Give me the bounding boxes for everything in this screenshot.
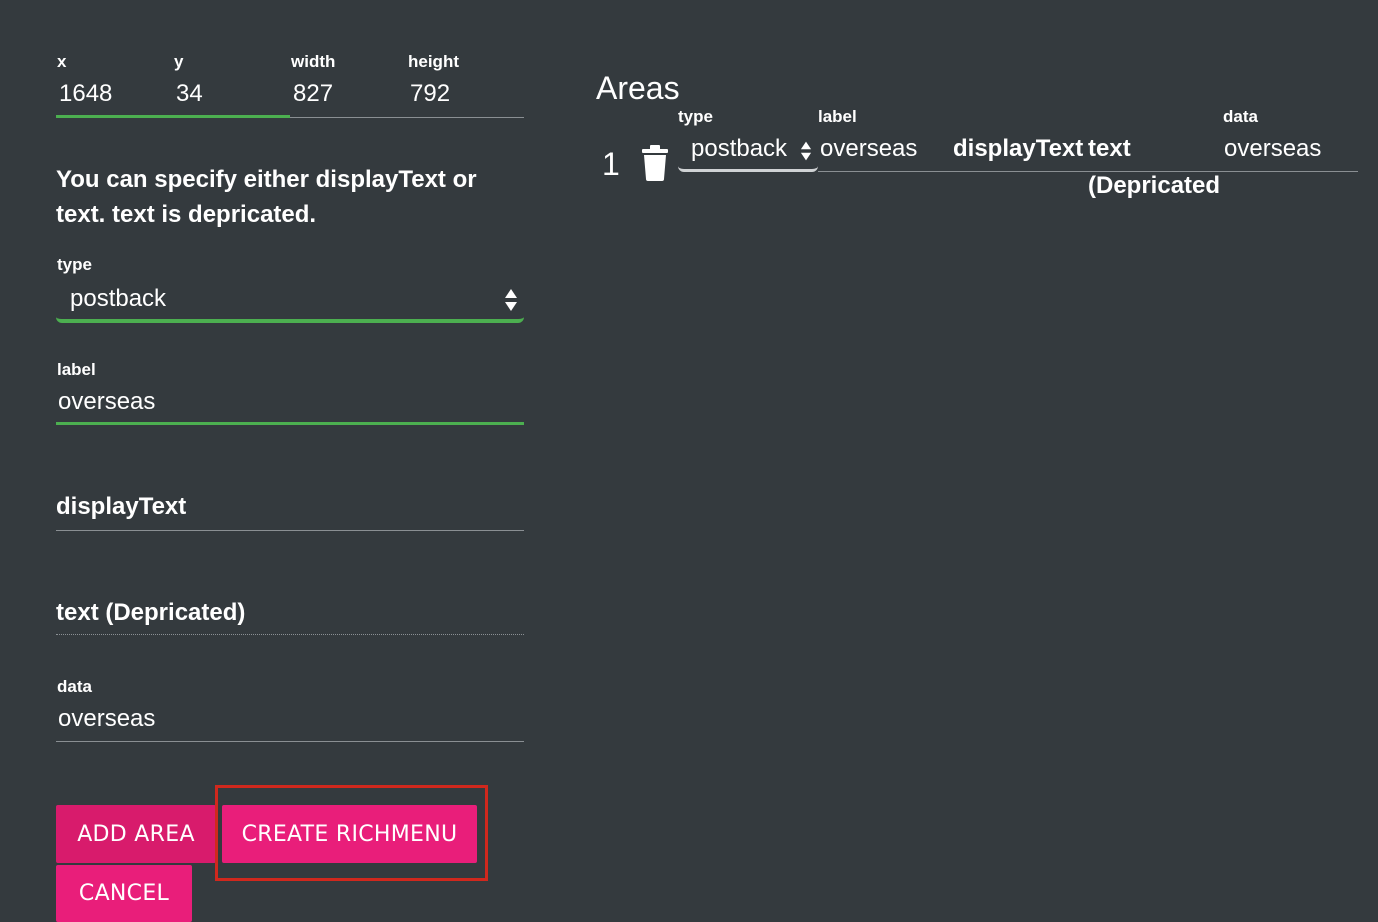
display-text-notice: You can specify either displayText or te… — [56, 166, 477, 228]
data-input[interactable]: overseas — [58, 705, 155, 733]
richmenu-editor: x 1648 y 34 width 827 height 792 You can… — [0, 0, 1378, 922]
width-underline — [290, 117, 407, 118]
type-select-value: postback — [70, 285, 167, 312]
label-input[interactable]: overseas — [58, 388, 155, 416]
y-field[interactable]: y 34 — [173, 52, 290, 118]
text-input: text (Depricated) — [56, 599, 246, 626]
cancel-button[interactable]: CANCEL — [56, 865, 192, 922]
column-data-label: data — [1223, 107, 1258, 126]
coordinate-fields: x 1648 y 34 width 827 height 792 — [56, 52, 524, 118]
row-data-input[interactable]: overseas — [1224, 135, 1321, 163]
height-underline — [407, 117, 524, 118]
row-text-header: text — [1088, 135, 1131, 162]
row-display-text-header: displayText — [953, 135, 1084, 162]
column-label-label: label — [818, 107, 857, 126]
areas-title: Areas — [596, 70, 680, 106]
x-label: x — [57, 52, 67, 71]
height-field[interactable]: height 792 — [407, 52, 524, 118]
select-arrows-icon — [800, 140, 812, 162]
data-underline — [56, 741, 524, 742]
areas-table: Areas type label data 1 postback oversea… — [596, 0, 1366, 220]
height-input[interactable]: 792 — [410, 80, 450, 108]
width-input[interactable]: 827 — [293, 80, 333, 108]
row-type-select[interactable]: postback — [678, 130, 818, 172]
type-label: type — [57, 255, 92, 274]
x-field[interactable]: x 1648 — [56, 52, 173, 118]
trash-icon[interactable] — [642, 145, 668, 181]
type-select[interactable]: postback — [56, 275, 524, 323]
display-text-underline — [56, 530, 524, 531]
row-text-header-deprecated: (Depricated — [1088, 172, 1221, 199]
label-label: label — [57, 360, 96, 379]
row-underline — [818, 171, 1358, 172]
data-label: data — [57, 677, 92, 696]
row-type-value: postback — [691, 135, 788, 162]
x-underline — [56, 115, 173, 118]
column-type-label: type — [678, 107, 713, 126]
label-underline — [56, 422, 524, 425]
y-input[interactable]: 34 — [176, 80, 203, 108]
text-field: text (Depricated) — [56, 596, 524, 641]
row-label-input[interactable]: overseas — [820, 135, 917, 163]
type-field: type postback — [56, 255, 524, 325]
y-label: y — [174, 52, 184, 71]
create-richmenu-button[interactable]: CREATE RICHMENU — [222, 805, 477, 863]
add-area-button[interactable]: ADD AREA — [56, 805, 216, 863]
height-label: height — [408, 52, 459, 71]
display-text-field[interactable]: displayText — [56, 490, 524, 535]
select-arrows-icon — [504, 287, 518, 313]
width-label: width — [291, 52, 336, 71]
display-text-input[interactable]: displayText — [56, 493, 186, 521]
label-field[interactable]: label overseas — [56, 360, 524, 430]
y-underline — [173, 115, 290, 118]
width-field[interactable]: width 827 — [290, 52, 407, 118]
text-underline — [56, 634, 524, 635]
data-field[interactable]: data overseas — [56, 677, 524, 747]
x-input[interactable]: 1648 — [59, 80, 112, 108]
row-index: 1 — [602, 146, 620, 182]
